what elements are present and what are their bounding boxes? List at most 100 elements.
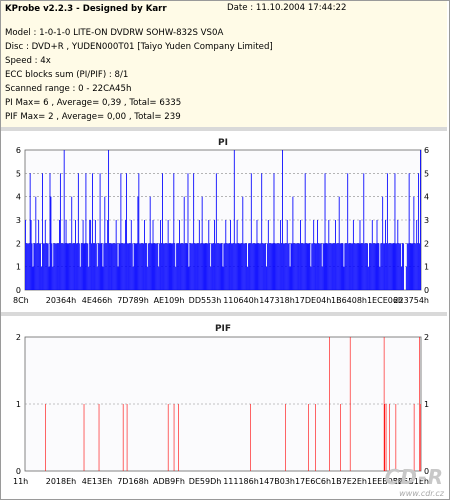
data-bar xyxy=(419,337,420,471)
data-bar xyxy=(128,243,129,290)
data-bar xyxy=(259,243,261,290)
data-bar xyxy=(263,243,265,290)
data-bar xyxy=(129,243,131,290)
x-tick-label: 17DE04h xyxy=(295,296,332,305)
model-line: Model : 1-0-1-0 LITE-ON DVDRW SOHW-832S … xyxy=(5,28,224,38)
data-bar xyxy=(26,243,28,290)
data-bar xyxy=(62,243,64,290)
data-bar xyxy=(45,404,46,471)
data-bar xyxy=(297,243,299,290)
data-bar xyxy=(407,243,409,290)
data-bar xyxy=(417,243,419,290)
data-bar xyxy=(420,150,421,290)
data-bar xyxy=(156,243,158,290)
data-bar xyxy=(374,243,376,290)
data-bar xyxy=(114,243,116,290)
data-bar xyxy=(255,243,257,290)
data-bar xyxy=(347,173,349,290)
data-bar xyxy=(285,404,286,471)
data-bar xyxy=(74,243,75,290)
data-bar xyxy=(304,173,306,290)
data-bar xyxy=(179,243,181,290)
data-bar xyxy=(221,243,223,290)
data-bar xyxy=(103,243,105,290)
data-bar xyxy=(39,243,41,290)
data-bar xyxy=(291,243,293,290)
data-bar xyxy=(396,243,398,290)
data-bar xyxy=(98,404,100,471)
data-bar xyxy=(115,220,117,290)
data-bar xyxy=(146,266,148,290)
data-bar xyxy=(234,243,236,290)
data-bar xyxy=(224,243,226,290)
data-bar xyxy=(121,243,123,290)
data-bar xyxy=(325,243,327,290)
data-bar xyxy=(67,243,69,290)
data-bar xyxy=(209,243,211,290)
data-bar xyxy=(327,243,329,290)
data-bar xyxy=(81,243,83,290)
data-bar xyxy=(238,243,240,290)
data-bar xyxy=(233,150,235,290)
data-bar xyxy=(386,173,388,290)
data-bar xyxy=(349,337,351,471)
y-tick-label: 1 xyxy=(424,263,429,272)
data-bar xyxy=(303,243,305,290)
data-bar xyxy=(147,243,149,290)
data-bar xyxy=(237,243,239,290)
data-bar xyxy=(389,243,391,290)
y-tick-label: 2 xyxy=(424,239,429,248)
data-bar xyxy=(222,266,224,290)
data-bar xyxy=(328,220,330,290)
data-bar xyxy=(231,243,232,290)
data-bar xyxy=(225,220,227,290)
y-tick-label: 1 xyxy=(424,400,429,409)
data-bar xyxy=(41,266,42,290)
data-bar xyxy=(308,404,309,471)
data-bar xyxy=(184,243,186,290)
x-tick-label: 223754h xyxy=(393,296,429,305)
data-bar xyxy=(316,243,317,290)
data-bar xyxy=(337,243,339,290)
data-bar xyxy=(414,243,416,290)
data-bar xyxy=(191,243,193,290)
data-bar xyxy=(244,243,246,290)
data-bar xyxy=(163,243,165,290)
data-bar xyxy=(127,243,128,290)
data-bar xyxy=(376,220,378,290)
data-bar xyxy=(384,404,386,471)
data-bar xyxy=(124,243,126,290)
data-bar xyxy=(294,243,296,290)
data-bar xyxy=(340,404,341,471)
data-bar xyxy=(182,243,184,290)
data-bar xyxy=(159,243,161,290)
data-bar xyxy=(403,243,404,290)
data-bar xyxy=(53,243,55,290)
watermark-logo: CD-R xyxy=(384,465,444,489)
data-bar xyxy=(133,243,135,290)
data-bar xyxy=(264,243,265,290)
data-bar xyxy=(126,404,128,471)
data-bar xyxy=(315,404,316,471)
data-bar xyxy=(214,220,215,290)
data-bar xyxy=(32,266,34,290)
data-bar xyxy=(122,404,124,471)
data-bar xyxy=(97,243,99,290)
data-bar xyxy=(139,243,141,290)
data-bar xyxy=(105,243,107,290)
data-bar xyxy=(239,243,241,290)
data-bar xyxy=(330,243,332,290)
data-bar xyxy=(276,243,278,290)
data-bar xyxy=(318,243,320,290)
data-bar xyxy=(353,243,355,290)
data-bar xyxy=(155,243,157,290)
data-bar xyxy=(28,243,30,290)
x-tick-label: 111186h xyxy=(223,477,259,486)
data-bar xyxy=(175,266,177,290)
data-bar xyxy=(200,243,202,290)
data-bar xyxy=(94,220,96,290)
data-bar xyxy=(350,243,351,290)
data-bar xyxy=(59,173,61,290)
data-bar xyxy=(287,243,289,290)
chart-title: PI xyxy=(218,138,228,148)
